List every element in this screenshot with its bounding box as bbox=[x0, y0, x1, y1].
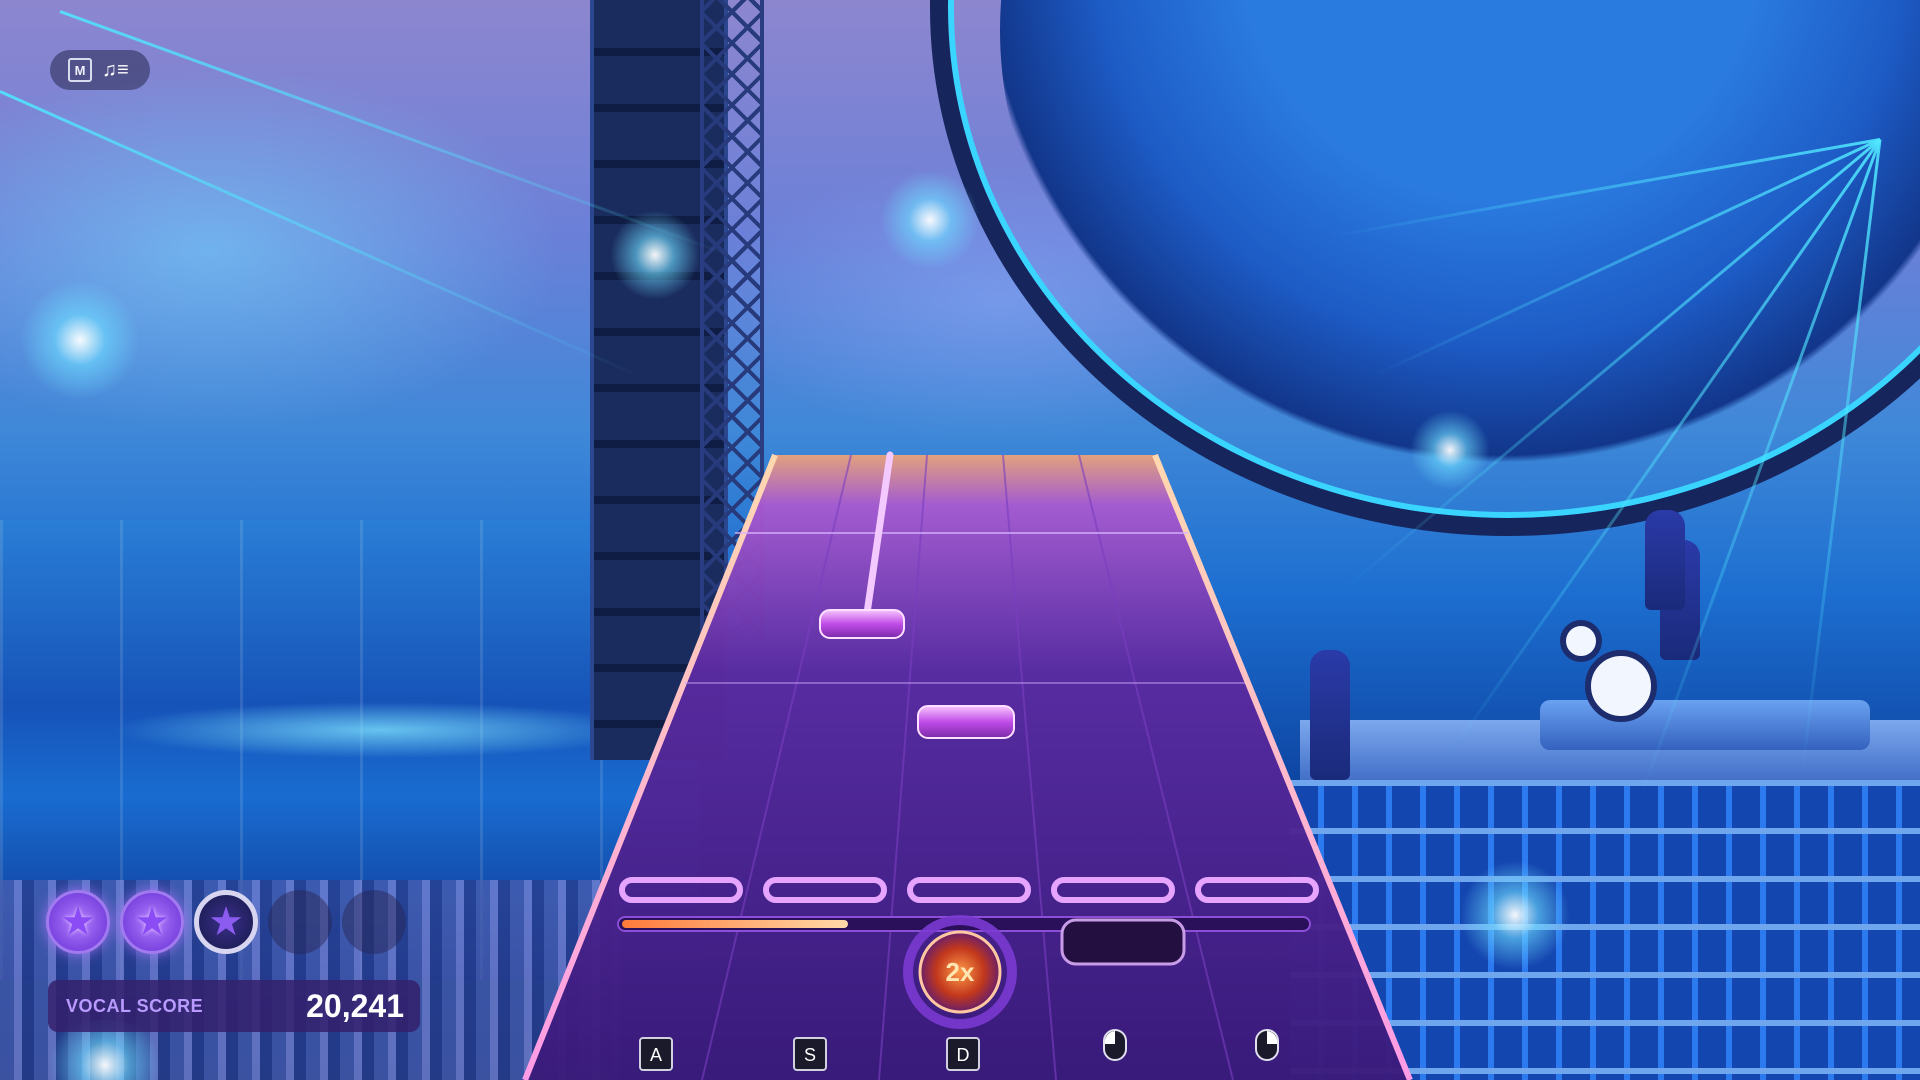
note-gem bbox=[819, 609, 905, 639]
held-note bbox=[1060, 918, 1186, 966]
overdrive-meter-fill bbox=[622, 920, 848, 928]
score-panel: VOCAL SCORE 20,241 bbox=[48, 980, 420, 1032]
score-value: 20,241 bbox=[306, 987, 404, 1024]
lane-key-s-label: S bbox=[804, 1045, 816, 1065]
multiplier-label: 2x bbox=[946, 957, 975, 987]
score-label: VOCAL SCORE bbox=[66, 995, 204, 1016]
star-meter: ★ ★ ★ bbox=[46, 890, 406, 954]
star-icon: ★ bbox=[46, 890, 110, 954]
lane-key-s: S bbox=[793, 1037, 827, 1071]
mouse-right-icon bbox=[1255, 1029, 1279, 1061]
lane-key-a-label: A bbox=[650, 1045, 662, 1065]
lane-key-d: D bbox=[946, 1037, 980, 1071]
lane-key-a: A bbox=[639, 1037, 673, 1071]
mode-key: M bbox=[68, 58, 92, 82]
star-slot-empty bbox=[268, 890, 332, 954]
mouse-left-icon bbox=[1103, 1029, 1127, 1061]
lane-key-d-label: D bbox=[957, 1045, 970, 1065]
star-icon: ★ bbox=[120, 890, 184, 954]
mode-indicator: M ♫≡ bbox=[50, 50, 150, 90]
note-gem bbox=[917, 705, 1015, 739]
music-queue-icon: ♫≡ bbox=[102, 59, 129, 81]
star-icon: ★ bbox=[194, 890, 258, 954]
star-slot-empty bbox=[342, 890, 406, 954]
